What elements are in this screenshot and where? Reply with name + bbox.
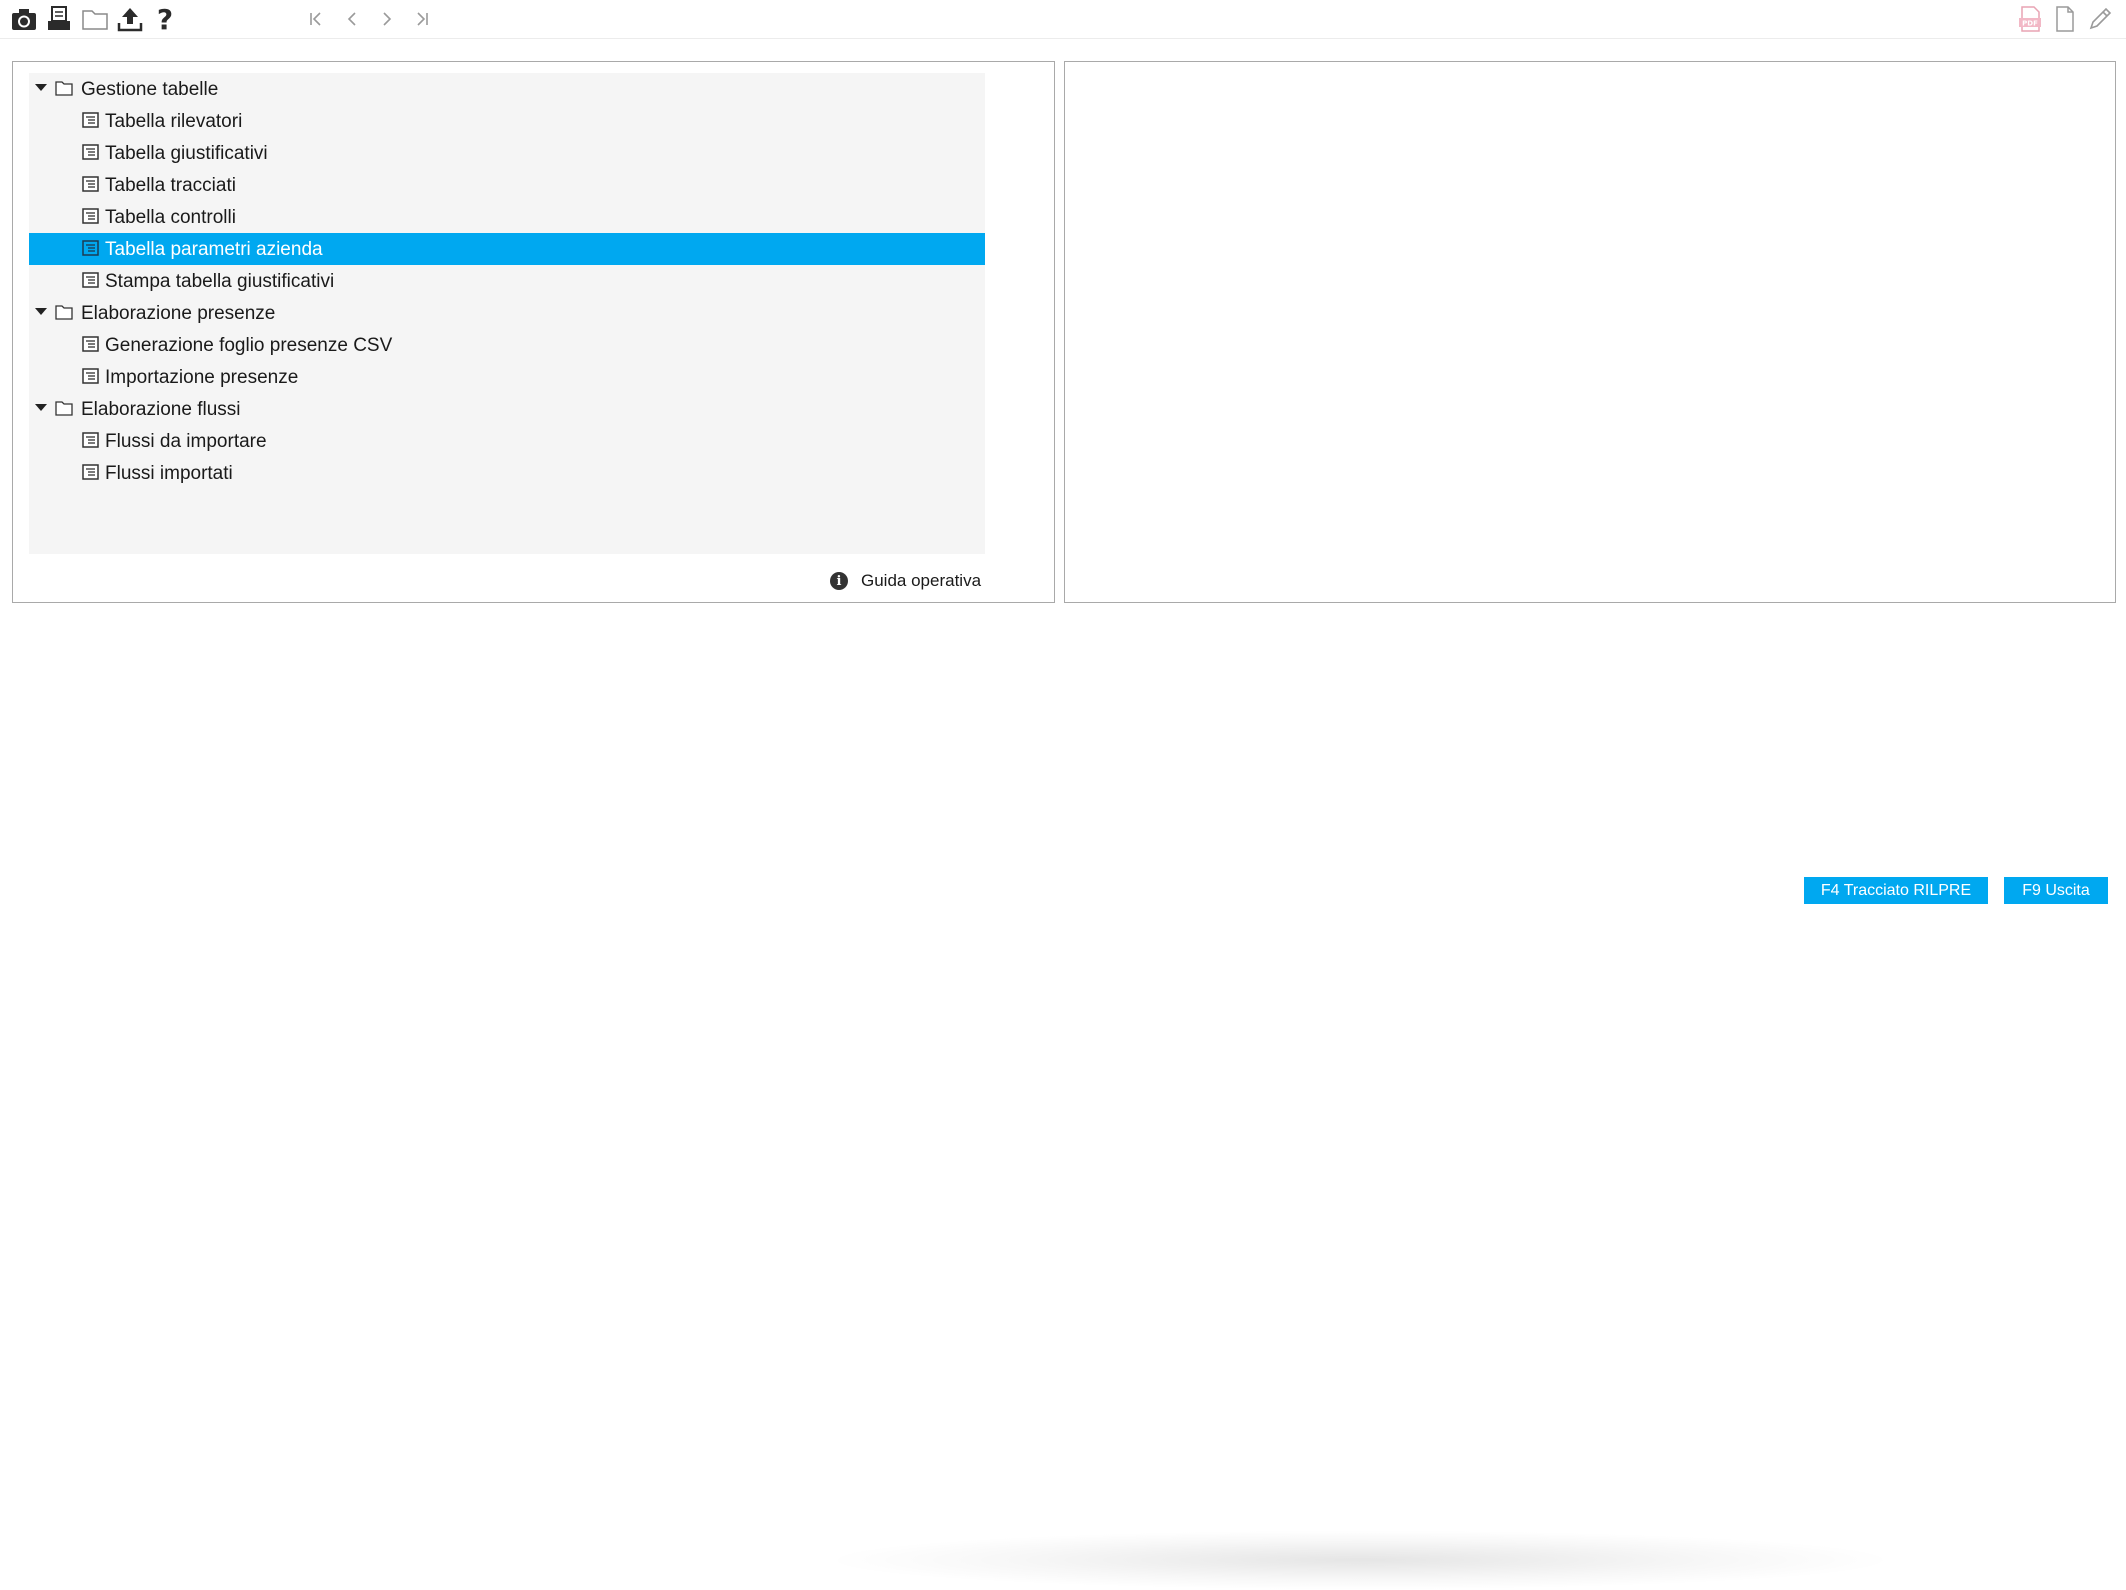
- tree-item-tabella-rilevatori[interactable]: Tabella rilevatori: [29, 105, 985, 137]
- previous-icon[interactable]: [335, 2, 369, 36]
- tree-item-flussi-da-importare[interactable]: Flussi da importare: [29, 425, 985, 457]
- tree-item-label: Stampa tabella giustificativi: [105, 271, 335, 292]
- last-page-icon[interactable]: [405, 2, 439, 36]
- tree-group-gestione-tabelle[interactable]: Gestione tabelle: [29, 73, 985, 105]
- tree-item-label: Tabella parametri azienda: [105, 239, 323, 260]
- form-icon: [82, 368, 99, 390]
- f4-tracciato-rilpre-button[interactable]: F4 Tracciato RILPRE: [1804, 877, 1988, 904]
- form-icon: [82, 112, 99, 134]
- camera-icon[interactable]: [7, 2, 41, 36]
- caret-down-icon[interactable]: [35, 84, 47, 91]
- tree-item-label: Generazione foglio presenze CSV: [105, 335, 393, 356]
- first-page-icon[interactable]: [299, 2, 333, 36]
- tree-item-label: Tabella giustificativi: [105, 143, 268, 164]
- tree-item-importazione-presenze[interactable]: Importazione presenze: [29, 361, 985, 393]
- tree-item-stampa-tabella-giustificativi[interactable]: Stampa tabella giustificativi: [29, 265, 985, 297]
- form-icon: [82, 272, 99, 294]
- tree-item-tabella-giustificativi[interactable]: Tabella giustificativi: [29, 137, 985, 169]
- pencil-icon[interactable]: [2083, 2, 2117, 36]
- tree-item-label: Flussi da importare: [105, 431, 267, 452]
- form-icon: [82, 176, 99, 198]
- tree-group-label: Gestione tabelle: [81, 79, 219, 100]
- tree-item-flussi-importati[interactable]: Flussi importati: [29, 457, 985, 489]
- bottom-shadow: [820, 1530, 1900, 1590]
- help-icon[interactable]: ?: [148, 2, 182, 36]
- form-icon: [82, 336, 99, 358]
- toolbar: ? PDF: [0, 0, 2126, 39]
- tree-group-label: Elaborazione presenze: [81, 303, 276, 324]
- tree-item-generazione-foglio-presenze-csv[interactable]: Generazione foglio presenze CSV: [29, 329, 985, 361]
- tree-group-elaborazione-presenze[interactable]: Elaborazione presenze: [29, 297, 985, 329]
- tree-item-label: Flussi importati: [105, 463, 233, 484]
- tree-item-label: Importazione presenze: [105, 367, 299, 388]
- f9-uscita-button[interactable]: F9 Uscita: [2004, 877, 2108, 904]
- folder-icon: [55, 400, 73, 422]
- folder-icon: [55, 304, 73, 326]
- svg-text:?: ?: [157, 5, 173, 33]
- tree-item-tabella-parametri-azienda[interactable]: Tabella parametri azienda: [29, 233, 985, 265]
- menu-tree: Gestione tabelle Tabella rilevatori Tabe…: [29, 73, 985, 554]
- folder-icon[interactable]: [78, 2, 112, 36]
- tree-item-label: Tabella tracciati: [105, 175, 236, 196]
- tree-item-label: Tabella controlli: [105, 207, 236, 228]
- folder-icon: [55, 80, 73, 102]
- next-icon[interactable]: [370, 2, 404, 36]
- form-icon: [82, 144, 99, 166]
- navigation-panel: Gestione tabelle Tabella rilevatori Tabe…: [12, 61, 1055, 603]
- pdf-icon[interactable]: PDF: [2013, 2, 2047, 36]
- tree-item-tabella-tracciati[interactable]: Tabella tracciati: [29, 169, 985, 201]
- guida-operativa-link[interactable]: i Guida operativa: [830, 569, 981, 593]
- upload-icon[interactable]: [113, 2, 147, 36]
- info-icon: i: [830, 572, 848, 590]
- svg-text:PDF: PDF: [2022, 20, 2038, 28]
- caret-down-icon[interactable]: [35, 308, 47, 315]
- form-icon: [82, 464, 99, 486]
- form-icon: [82, 432, 99, 454]
- caret-down-icon[interactable]: [35, 404, 47, 411]
- tree-item-tabella-controlli[interactable]: Tabella controlli: [29, 201, 985, 233]
- guida-operativa-label: Guida operativa: [861, 571, 982, 590]
- form-icon: [82, 208, 99, 230]
- tree-group-elaborazione-flussi[interactable]: Elaborazione flussi: [29, 393, 985, 425]
- tree-item-label: Tabella rilevatori: [105, 111, 243, 132]
- detail-panel: [1064, 61, 2116, 603]
- document-icon[interactable]: [2048, 2, 2082, 36]
- form-icon: [82, 240, 99, 262]
- printer-icon[interactable]: [42, 2, 76, 36]
- tree-group-label: Elaborazione flussi: [81, 399, 241, 420]
